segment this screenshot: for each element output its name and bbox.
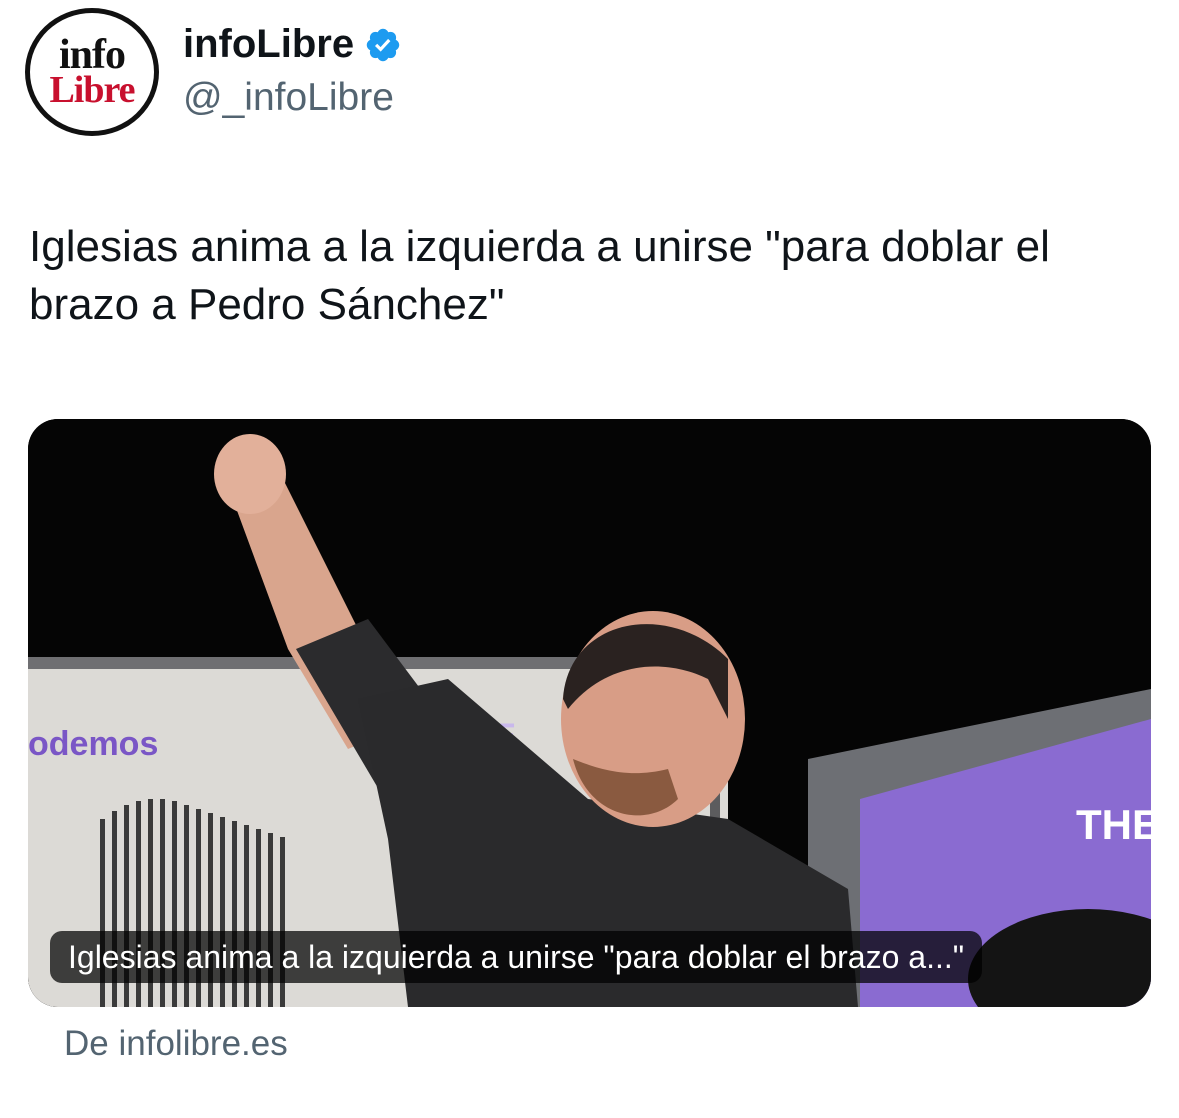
banner-podemos-text: odemos (28, 725, 158, 763)
banner-the-text-right: THE (1076, 801, 1151, 848)
card-image: odemos THE THE (28, 419, 1151, 1007)
card-source-link[interactable]: De infolibre.es (64, 1024, 288, 1064)
display-name-row: infoLibre (183, 22, 402, 67)
tweet-text: Iglesias anima a la izquierda a unirse "… (29, 222, 1050, 329)
source-prefix: De (64, 1024, 109, 1063)
avatar[interactable]: info Libre (25, 8, 159, 136)
avatar-logo-info: info (58, 32, 126, 78)
link-card[interactable]: odemos THE THE Iglesias anima a la izqui… (28, 419, 1151, 1007)
display-name[interactable]: infoLibre (183, 22, 354, 67)
verified-badge-icon (364, 26, 402, 64)
card-caption: Iglesias anima a la izquierda a unirse "… (50, 931, 983, 983)
account-handle[interactable]: @_infoLibre (183, 76, 394, 120)
source-domain: infolibre.es (118, 1024, 288, 1063)
avatar-logo-libre: Libre (49, 69, 135, 111)
